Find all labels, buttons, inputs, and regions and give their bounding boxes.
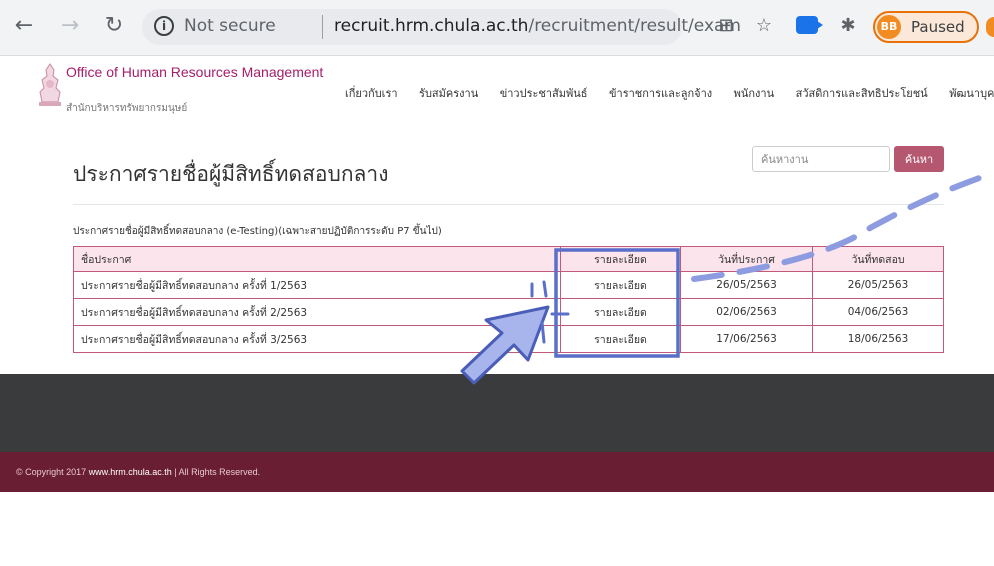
url-text[interactable]: recruit.hrm.chula.ac.th/recruitment/resu… bbox=[334, 16, 741, 36]
row-detail-link[interactable]: รายละเอียด bbox=[560, 325, 681, 353]
header-announced: วันที่ประกาศ bbox=[680, 246, 813, 272]
divider bbox=[73, 204, 944, 205]
site-title-th: สำนักบริหารทรัพยากรมนุษย์ bbox=[66, 103, 188, 114]
header-exam-date: วันที่ทดสอบ bbox=[812, 246, 944, 272]
header-detail: รายละเอียด bbox=[560, 246, 681, 272]
row-exam-date: 04/06/2563 bbox=[812, 298, 944, 326]
nav-item-development[interactable]: พัฒนาบุคลากร bbox=[949, 84, 994, 102]
row-name: ประกาศรายชื่อผู้มีสิทธิ์ทดสอบกลาง ครั้งท… bbox=[73, 325, 561, 353]
bookmark-star-icon[interactable]: ☆ bbox=[752, 14, 776, 38]
copyright-prefix: © Copyright 2017 bbox=[16, 467, 87, 477]
copyright-suffix: | All Rights Reserved. bbox=[174, 467, 261, 477]
profile-button[interactable]: BB Paused bbox=[873, 11, 979, 43]
table-row: ประกาศรายชื่อผู้มีสิทธิ์ทดสอบกลาง ครั้งท… bbox=[73, 325, 944, 353]
search-button[interactable]: ค้นหา bbox=[894, 146, 944, 172]
nav-item-news[interactable]: ข่าวประชาสัมพันธ์ bbox=[500, 84, 588, 102]
address-separator bbox=[322, 15, 323, 39]
footer-copyright: © Copyright 2017 www.hrm.chula.ac.th | A… bbox=[0, 452, 994, 492]
url-host: recruit.hrm.chula.ac.th bbox=[334, 16, 529, 36]
zoom-extension-icon[interactable] bbox=[796, 16, 823, 34]
copyright-link[interactable]: www.hrm.chula.ac.th bbox=[89, 467, 172, 477]
browser-toolbar: ← → ↻ i Not secure recruit.hrm.chula.ac.… bbox=[0, 0, 994, 56]
profile-status: Paused bbox=[911, 18, 965, 36]
forward-arrow-icon[interactable]: → bbox=[56, 12, 84, 40]
top-navigation: เกี่ยวกับเรา รับสมัครงาน ข่าวประชาสัมพัน… bbox=[345, 84, 994, 102]
url-path: /recruitment/result/exam bbox=[528, 16, 741, 36]
back-arrow-icon[interactable]: ← bbox=[10, 12, 38, 40]
results-table: ชื่อประกาศ รายละเอียด วันที่ประกาศ วันที… bbox=[73, 246, 944, 353]
footer-dark-band bbox=[0, 374, 994, 452]
page-title: ประกาศรายชื่อผู้มีสิทธิ์ทดสอบกลาง bbox=[73, 162, 389, 186]
row-name: ประกาศรายชื่อผู้มีสิทธิ์ทดสอบกลาง ครั้งท… bbox=[73, 271, 561, 299]
table-row: ประกาศรายชื่อผู้มีสิทธิ์ทดสอบกลาง ครั้งท… bbox=[73, 271, 944, 299]
header-name: ชื่อประกาศ bbox=[73, 246, 561, 272]
nav-item-about[interactable]: เกี่ยวกับเรา bbox=[345, 84, 398, 102]
translate-icon[interactable]: ⊞ bbox=[714, 14, 738, 38]
row-detail-link[interactable]: รายละเอียด bbox=[560, 298, 681, 326]
nav-item-civil-servants[interactable]: ข้าราชการและลูกจ้าง bbox=[609, 84, 712, 102]
row-announced-date: 17/06/2563 bbox=[680, 325, 813, 353]
row-exam-date: 18/06/2563 bbox=[812, 325, 944, 353]
nav-item-welfare[interactable]: สวัสดิการและสิทธิประโยชน์ bbox=[796, 84, 928, 102]
table-header-row: ชื่อประกาศ รายละเอียด วันที่ประกาศ วันที… bbox=[73, 246, 944, 272]
nav-item-staff[interactable]: พนักงาน bbox=[734, 84, 775, 102]
avatar: BB bbox=[877, 15, 901, 39]
security-label: Not secure bbox=[184, 16, 276, 36]
info-icon[interactable]: i bbox=[154, 16, 174, 36]
search-input[interactable] bbox=[752, 146, 890, 172]
row-announced-date: 02/06/2563 bbox=[680, 298, 813, 326]
site-title-en[interactable]: Office of Human Resources Management bbox=[66, 64, 323, 80]
row-announced-date: 26/05/2563 bbox=[680, 271, 813, 299]
row-name: ประกาศรายชื่อผู้มีสิทธิ์ทดสอบกลาง ครั้งท… bbox=[73, 298, 561, 326]
reload-icon[interactable]: ↻ bbox=[100, 12, 128, 40]
row-detail-link[interactable]: รายละเอียด bbox=[560, 271, 681, 299]
update-indicator-icon[interactable] bbox=[986, 17, 994, 37]
table-row: ประกาศรายชื่อผู้มีสิทธิ์ทดสอบกลาง ครั้งท… bbox=[73, 298, 944, 326]
nav-item-jobs[interactable]: รับสมัครงาน bbox=[419, 84, 478, 102]
university-seal-icon[interactable] bbox=[36, 62, 64, 114]
section-subtitle: ประกาศรายชื่อผู้มีสิทธิ์ทดสอบกลาง (e-Tes… bbox=[73, 226, 442, 237]
row-exam-date: 26/05/2563 bbox=[812, 271, 944, 299]
address-bar[interactable]: i Not secure recruit.hrm.chula.ac.th/rec… bbox=[142, 9, 741, 45]
extensions-puzzle-icon[interactable]: ✱ bbox=[836, 14, 860, 38]
